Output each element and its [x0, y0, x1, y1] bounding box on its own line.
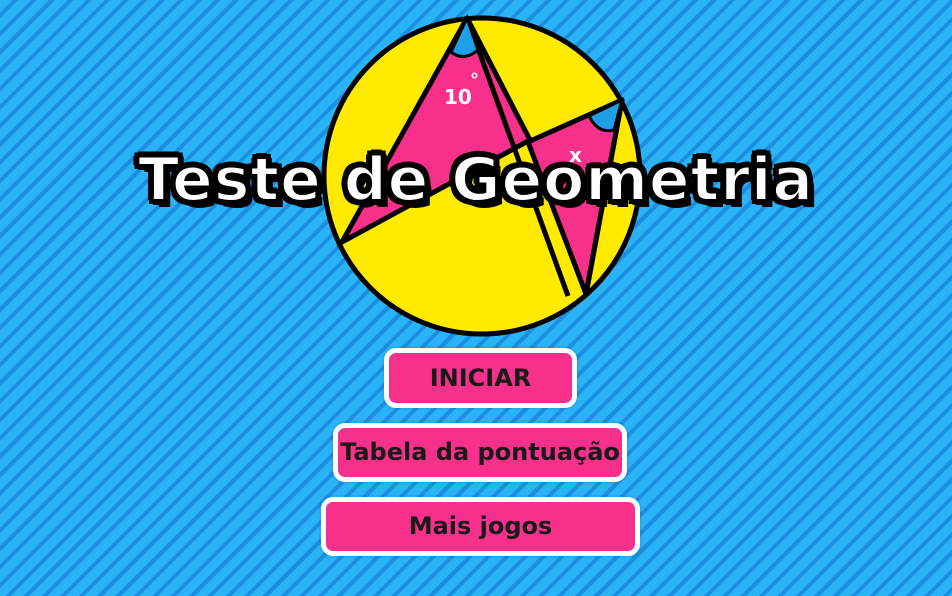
game-title: Teste de Geometria: [137, 144, 814, 216]
scoreboard-button[interactable]: Tabela da pontuação: [333, 423, 627, 482]
logo-angle-a-unit: °: [470, 70, 479, 91]
start-button[interactable]: INICIAR: [384, 348, 577, 408]
logo-angle-a-label: 10: [444, 85, 472, 109]
more-games-button[interactable]: Mais jogos: [321, 497, 640, 556]
